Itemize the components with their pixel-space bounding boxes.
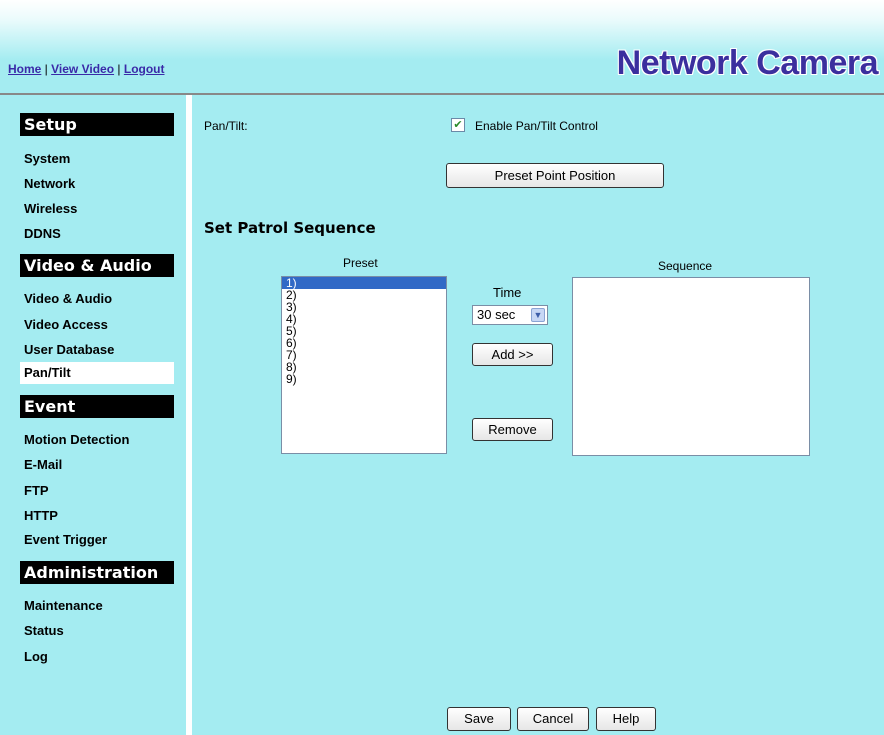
logo: Network Camera (616, 44, 879, 82)
sidebar-item-status[interactable]: Status (24, 623, 64, 638)
sidebar-item-email[interactable]: E-Mail (24, 457, 62, 472)
top-nav: Home | View Video | Logout (8, 62, 165, 76)
sidebar-item-video-audio[interactable]: Video & Audio (24, 291, 112, 306)
preset-option[interactable]: 6) (282, 337, 446, 349)
enable-pan-tilt-checkbox[interactable]: ✔ (451, 118, 465, 132)
sidebar-item-motion-detection[interactable]: Motion Detection (24, 432, 129, 447)
preset-option[interactable]: 7) (282, 349, 446, 361)
logout-link[interactable]: Logout (124, 62, 165, 76)
sidebar-item-ddns[interactable]: DDNS (24, 226, 61, 241)
preset-option[interactable]: 4) (282, 313, 446, 325)
sidebar-item-wireless[interactable]: Wireless (24, 201, 77, 216)
preset-point-position-button[interactable]: Preset Point Position (446, 163, 664, 188)
preset-option[interactable]: 1) (282, 277, 446, 289)
save-button[interactable]: Save (447, 707, 511, 731)
preset-option[interactable]: 2) (282, 289, 446, 301)
sequence-listbox[interactable] (572, 277, 810, 456)
sidebar-item-pan-tilt[interactable]: Pan/Tilt (20, 362, 174, 384)
help-button[interactable]: Help (596, 707, 656, 731)
section-administration: Administration (20, 561, 174, 584)
preset-option[interactable]: 5) (282, 325, 446, 337)
sidebar-item-ftp[interactable]: FTP (24, 483, 49, 498)
check-icon: ✔ (453, 119, 463, 131)
add-button[interactable]: Add >> (472, 343, 553, 366)
nav-separator: | (114, 62, 124, 76)
sidebar-item-network[interactable]: Network (24, 176, 75, 191)
sidebar-item-system[interactable]: System (24, 151, 70, 166)
preset-option[interactable]: 8) (282, 361, 446, 373)
remove-button[interactable]: Remove (472, 418, 553, 441)
preset-listbox[interactable]: 1) 2) 3) 4) 5) 6) 7) 8) 9) (281, 276, 447, 454)
cancel-button[interactable]: Cancel (517, 707, 589, 731)
time-select-value: 30 sec (477, 307, 516, 322)
chevron-down-icon[interactable]: ▼ (531, 308, 545, 322)
view-video-link[interactable]: View Video (51, 62, 114, 76)
sidebar-item-event-trigger[interactable]: Event Trigger (24, 532, 107, 547)
section-video-audio: Video & Audio (20, 254, 174, 277)
sidebar-item-log[interactable]: Log (24, 649, 48, 664)
preset-option[interactable]: 9) (282, 373, 446, 385)
section-setup: Setup (20, 113, 174, 136)
nav-separator: | (41, 62, 52, 76)
time-label: Time (493, 285, 522, 300)
main-panel: Pan/Tilt: ✔ Enable Pan/Tilt Control Pres… (192, 95, 884, 735)
sidebar-item-video-access[interactable]: Video Access (24, 317, 108, 332)
time-select[interactable]: 30 sec ▼ (472, 305, 548, 325)
preset-option[interactable]: 3) (282, 301, 446, 313)
sidebar: Setup System Network Wireless DDNS Video… (0, 95, 186, 735)
sidebar-item-user-database[interactable]: User Database (24, 342, 114, 357)
enable-pan-tilt-label: Enable Pan/Tilt Control (475, 119, 598, 133)
sidebar-item-maintenance[interactable]: Maintenance (24, 598, 103, 613)
pan-tilt-label: Pan/Tilt: (204, 119, 248, 133)
home-link[interactable]: Home (8, 62, 41, 76)
sequence-label: Sequence (658, 259, 713, 273)
patrol-sequence-heading: Set Patrol Sequence (204, 219, 376, 237)
section-event: Event (20, 395, 174, 418)
sidebar-item-http[interactable]: HTTP (24, 508, 58, 523)
preset-label: Preset (343, 256, 378, 270)
